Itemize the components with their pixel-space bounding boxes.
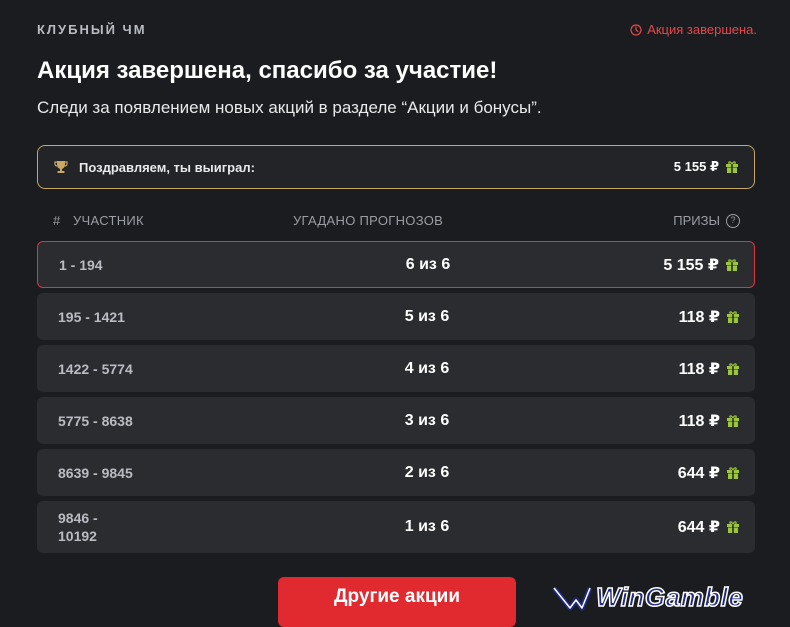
row-prize-value: 118 ₽ xyxy=(678,412,720,430)
row-prize-value: 118 ₽ xyxy=(678,360,720,378)
gift-icon xyxy=(727,466,739,479)
table-row: 5775 - 8638 3 из 6 118 ₽ xyxy=(37,397,755,444)
winner-banner: Поздравляем, ты выиграл: 5 155 ₽ xyxy=(37,145,755,189)
gift-icon xyxy=(727,521,739,533)
watermark-text: WinGamble xyxy=(595,581,744,613)
row-range: 1 - 194 xyxy=(59,256,103,273)
clock-icon xyxy=(630,23,642,36)
promo-status: Акция завершена. xyxy=(630,22,757,37)
gift-icon xyxy=(726,161,738,173)
row-range: 5775 - 8638 xyxy=(58,412,133,429)
other-promotions-button[interactable]: Другие акции xyxy=(278,577,516,627)
row-range: 9846 - 10192 xyxy=(58,510,98,544)
gift-icon xyxy=(727,414,739,427)
row-guessed: 6 из 6 xyxy=(405,255,451,273)
column-prizes-label: ПРИЗЫ xyxy=(673,213,720,228)
row-prize: 118 ₽ xyxy=(679,307,740,327)
row-range: 8639 - 9845 xyxy=(58,464,133,481)
gift-icon xyxy=(727,362,739,375)
winner-amount: 5 155 ₽ xyxy=(674,159,739,175)
row-prize-value: 5 155 ₽ xyxy=(663,256,719,274)
brand-label: КЛУБНЫЙ ЧМ xyxy=(37,22,147,37)
column-prizes: ПРИЗЫ ? xyxy=(673,213,740,228)
row-range: 1422 - 5774 xyxy=(58,360,133,377)
row-prize: 5 155 ₽ xyxy=(663,255,739,275)
winner-amount-value: 5 155 ₽ xyxy=(673,159,719,174)
table-row: 8639 - 9845 2 из 6 644 ₽ xyxy=(37,449,755,496)
question-icon[interactable]: ? xyxy=(726,213,740,228)
table-row: 1422 - 5774 4 из 6 118 ₽ xyxy=(37,345,755,392)
trophy-icon xyxy=(54,161,68,173)
top-bar: КЛУБНЫЙ ЧМ Акция завершена. xyxy=(37,22,757,42)
table-row: 9846 - 10192 1 из 6 644 ₽ xyxy=(37,501,755,553)
row-guessed: 4 из 6 xyxy=(404,359,450,377)
winner-label: Поздравляем, ты выиграл: xyxy=(79,159,255,175)
row-prize: 118 ₽ xyxy=(679,411,740,431)
row-prize-value: 644 ₽ xyxy=(677,464,720,482)
row-guessed: 2 из 6 xyxy=(404,463,450,481)
row-prize-value: 118 ₽ xyxy=(678,308,720,326)
column-participant: УЧАСТНИК xyxy=(73,213,144,228)
column-guessed: УГАДАНО ПРОГНОЗОВ xyxy=(293,213,444,228)
row-prize: 644 ₽ xyxy=(678,463,740,483)
watermark-logo-icon xyxy=(552,586,592,611)
gift-icon xyxy=(727,310,739,323)
page-subtitle: Следи за появлением новых акций в раздел… xyxy=(37,98,542,117)
table-header: # УЧАСТНИК УГАДАНО ПРОГНОЗОВ ПРИЗЫ ? xyxy=(37,210,755,230)
table-row: 1 - 194 6 из 6 5 155 ₽ xyxy=(37,241,755,288)
row-prize: 644 ₽ xyxy=(678,517,740,537)
gift-icon xyxy=(726,258,738,271)
row-prize-value: 644 ₽ xyxy=(677,519,720,536)
row-guessed: 3 из 6 xyxy=(404,411,450,429)
row-range: 195 - 1421 xyxy=(58,308,125,325)
row-guessed: 1 из 6 xyxy=(404,518,450,535)
results-table: 1 - 194 6 из 6 5 155 ₽ 195 - 1421 5 из 6… xyxy=(37,241,755,558)
table-row: 195 - 1421 5 из 6 118 ₽ xyxy=(37,293,755,340)
promo-status-text: Акция завершена. xyxy=(647,22,757,37)
row-prize: 118 ₽ xyxy=(679,359,740,379)
row-guessed: 5 из 6 xyxy=(404,307,450,325)
page-title: Акция завершена, спасибо за участие! xyxy=(37,57,498,84)
column-number: # xyxy=(53,213,61,228)
watermark-logo: WinGamble xyxy=(552,580,784,614)
